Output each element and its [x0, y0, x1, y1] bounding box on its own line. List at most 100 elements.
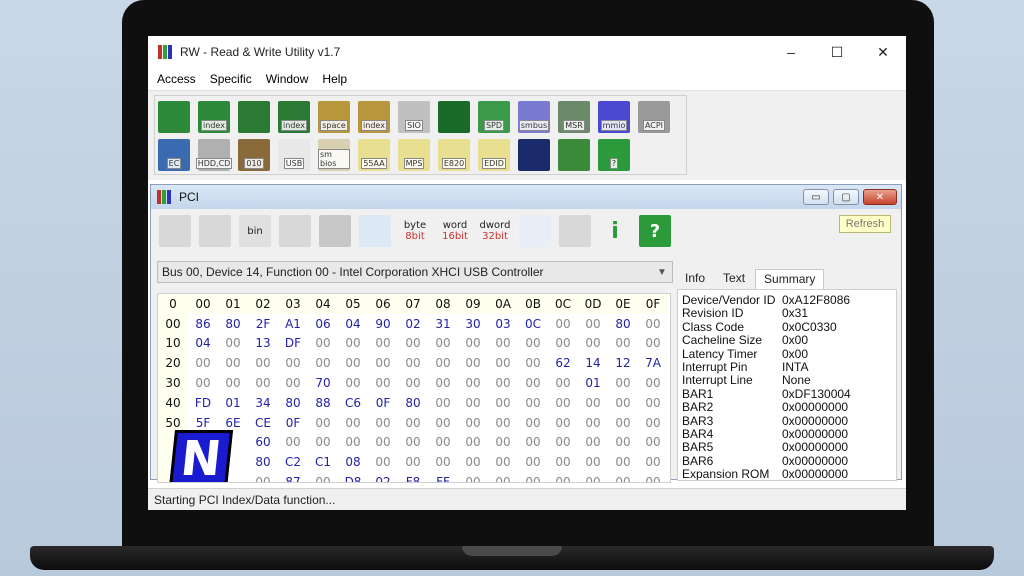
tab-summary[interactable]: Summary	[755, 269, 825, 289]
hex-cell[interactable]: 00	[398, 334, 428, 354]
mps-icon[interactable]: MPS	[398, 139, 430, 171]
hex-cell[interactable]: 00	[338, 433, 368, 453]
hex-cell[interactable]: 00	[578, 393, 608, 413]
hex-cell[interactable]: 00	[638, 413, 668, 433]
pci-minimize-button[interactable]: ▭	[803, 189, 829, 205]
terminal-icon[interactable]	[518, 139, 550, 171]
hex-cell[interactable]: 00	[188, 353, 218, 373]
hex-cell[interactable]: 80	[218, 314, 248, 334]
hex-cell[interactable]: 00	[608, 393, 638, 413]
hex-cell[interactable]: 00	[578, 433, 608, 453]
hex-cell[interactable]: 00	[518, 393, 548, 413]
hex-cell[interactable]: 80	[248, 452, 278, 472]
hex-cell[interactable]: 70	[308, 373, 338, 393]
pci-restore-button[interactable]: ▢	[833, 189, 859, 205]
hex-cell[interactable]: 00	[308, 433, 338, 453]
hex-cell[interactable]: 04	[188, 334, 218, 354]
pci-titlebar[interactable]: PCI ▭ ▢ ✕	[151, 185, 901, 209]
byte-8bit-icon[interactable]: byte 8bit	[399, 215, 431, 247]
info-icon[interactable]: i	[599, 215, 631, 247]
hex-cell[interactable]: 00	[458, 334, 488, 354]
io-space-icon[interactable]: space	[318, 101, 350, 133]
word-16bit-icon[interactable]: word 16bit	[439, 215, 471, 247]
hex-cell[interactable]: FD	[188, 393, 218, 413]
hex-cell[interactable]: DF	[278, 334, 308, 354]
hex-cell[interactable]: 00	[248, 472, 278, 482]
e820-icon[interactable]: E820	[438, 139, 470, 171]
hex-cell[interactable]: 00	[218, 334, 248, 354]
window-titlebar[interactable]: RW - Read & Write Utility v1.7 – ☐ ✕	[148, 36, 906, 68]
hex-cell[interactable]: C2	[278, 452, 308, 472]
hex-cell[interactable]: C1	[308, 452, 338, 472]
hex-cell[interactable]: 34	[248, 393, 278, 413]
hex-cell[interactable]: 00	[368, 452, 398, 472]
hex-cell[interactable]: 00	[608, 433, 638, 453]
hex-cell[interactable]: 00	[368, 373, 398, 393]
bin-icon[interactable]: bin	[239, 215, 271, 247]
hex-cell[interactable]: 00	[218, 353, 248, 373]
hex-cell[interactable]: 00	[428, 452, 458, 472]
hex-cell[interactable]: 00	[518, 373, 548, 393]
hex-cell[interactable]: 00	[218, 373, 248, 393]
hex-cell[interactable]: 00	[578, 413, 608, 433]
hex-cell[interactable]: 00	[548, 452, 578, 472]
hex-cell[interactable]: 00	[608, 472, 638, 482]
hex-cell[interactable]: 00	[398, 433, 428, 453]
gear-icon[interactable]	[559, 215, 591, 247]
hex-cell[interactable]: 04	[338, 314, 368, 334]
save-icon[interactable]	[159, 215, 191, 247]
hex-cell[interactable]: 00	[488, 353, 518, 373]
hex-cell[interactable]: 00	[398, 452, 428, 472]
maximize-button[interactable]: ☐	[814, 36, 860, 68]
hex-grid[interactable]: 0 00 01 02 03 04 05 06 07 08 09 0A 0B 0C 0D 0E 0F 00 86 80 2…	[157, 293, 671, 483]
dword-32bit-icon[interactable]: dword 32bit	[479, 215, 511, 247]
save-to-file-icon[interactable]	[279, 215, 311, 247]
hex-cell[interactable]: 00	[518, 433, 548, 453]
refresh-button[interactable]: Refresh	[839, 215, 891, 233]
hex-cell[interactable]: 00	[638, 314, 668, 334]
hex-cell[interactable]: 0C	[518, 314, 548, 334]
hex-cell[interactable]: 2F	[248, 314, 278, 334]
hex-cell[interactable]: 31	[428, 314, 458, 334]
hex-cell[interactable]: A1	[278, 314, 308, 334]
pci-close-button[interactable]: ✕	[863, 189, 897, 205]
msr-icon[interactable]: MSR	[558, 101, 590, 133]
hex-cell[interactable]: 00	[398, 353, 428, 373]
hex-cell[interactable]: D8	[338, 472, 368, 482]
hex-cell[interactable]: 02	[368, 472, 398, 482]
hex-cell[interactable]: 00	[458, 433, 488, 453]
hex-cell[interactable]: 00	[578, 472, 608, 482]
menu-access[interactable]: Access	[150, 72, 203, 86]
menu-help[interactable]: Help	[315, 72, 354, 86]
tab-text[interactable]: Text	[715, 269, 753, 289]
acpi-icon[interactable]: ACPI	[638, 101, 670, 133]
hex-cell[interactable]: CE	[248, 413, 278, 433]
hex-cell[interactable]: 00	[428, 433, 458, 453]
hex-cell[interactable]: 0F	[278, 413, 308, 433]
hex-cell[interactable]: 00	[338, 413, 368, 433]
hex-cell[interactable]: 00	[578, 314, 608, 334]
hex-cell[interactable]: 7A	[638, 353, 668, 373]
hex-cell[interactable]: 00	[338, 373, 368, 393]
hex-cell[interactable]: 00	[428, 353, 458, 373]
menu-specific[interactable]: Specific	[203, 72, 259, 86]
smbus-icon[interactable]: smbus	[518, 101, 550, 133]
hex-cell[interactable]: 87	[278, 472, 308, 482]
hex-cell[interactable]: 00	[338, 334, 368, 354]
multi-save-icon[interactable]	[199, 215, 231, 247]
binoculars-icon[interactable]	[319, 215, 351, 247]
hex-cell[interactable]: 00	[518, 452, 548, 472]
hex-cell[interactable]: 00	[638, 393, 668, 413]
usb-icon[interactable]: USB	[278, 139, 310, 171]
hex-cell[interactable]: 00	[638, 373, 668, 393]
hex-cell[interactable]: 00	[488, 413, 518, 433]
hex-cell[interactable]: 00	[488, 393, 518, 413]
hex-cell[interactable]: 00	[458, 452, 488, 472]
sio-icon[interactable]: SIO	[398, 101, 430, 133]
hex-cell[interactable]: 00	[488, 373, 518, 393]
hex-cell[interactable]: 00	[188, 373, 218, 393]
hex-cell[interactable]: 00	[308, 413, 338, 433]
disk-010-icon[interactable]: 010	[238, 139, 270, 171]
close-button[interactable]: ✕	[860, 36, 906, 68]
edid-icon[interactable]: EDID	[478, 139, 510, 171]
